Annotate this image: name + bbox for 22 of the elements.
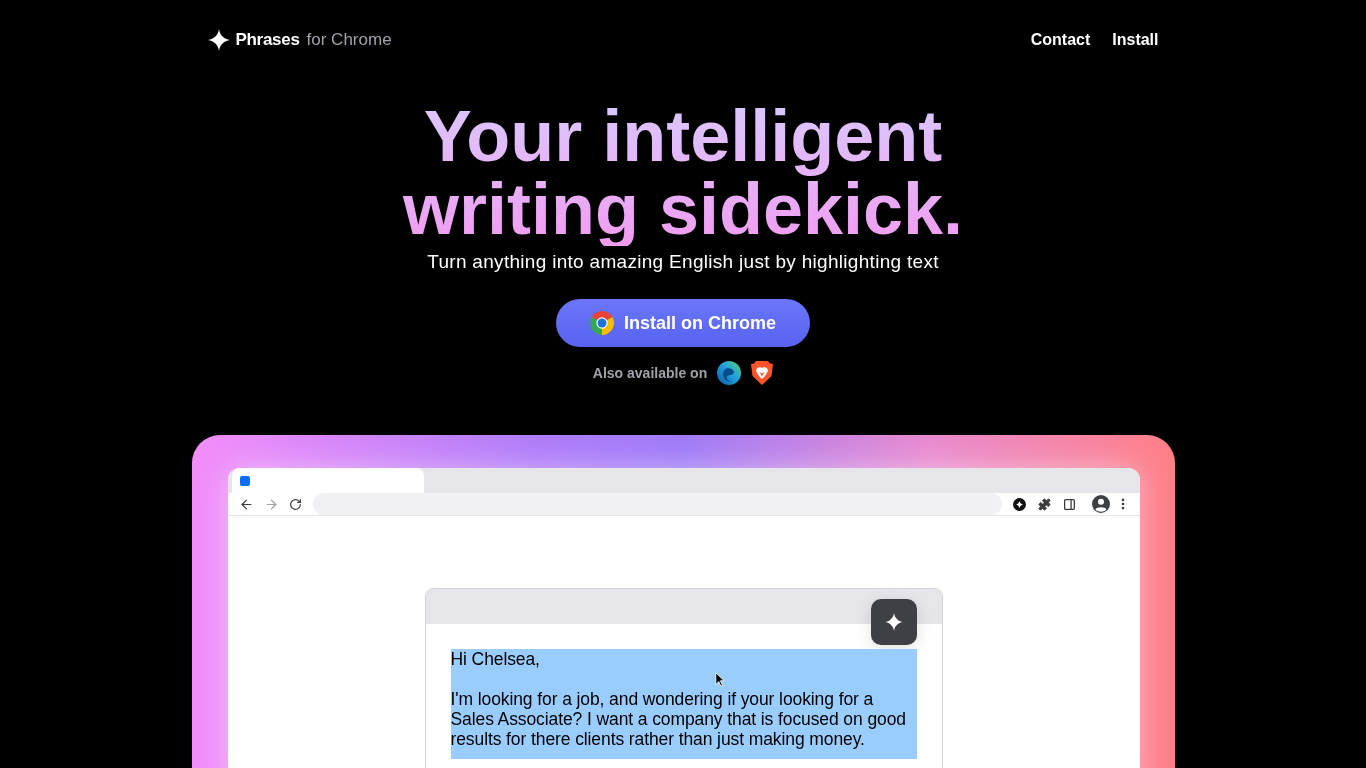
- side-panel-icon[interactable]: [1062, 497, 1076, 511]
- install-button[interactable]: Install on Chrome: [556, 299, 810, 347]
- square-favicon-icon: [239, 475, 250, 486]
- profile-avatar-icon[interactable]: [1091, 495, 1110, 513]
- sparkle-circle-icon[interactable]: [1012, 497, 1026, 511]
- also-available-label: Also available on: [592, 363, 708, 383]
- mouse-cursor-icon: [714, 672, 725, 687]
- nav-link[interactable]: Install: [1112, 28, 1159, 52]
- sparkle-icon: [884, 613, 903, 631]
- message-text: I'm looking for a job, and wondering if your looking for a Sales Associate? I want a company that is focused on good results for there clients rather than just making money.: [450, 689, 907, 749]
- puzzle-icon[interactable]: [1037, 497, 1051, 511]
- reload-icon[interactable]: [289, 497, 303, 511]
- sparkle-button[interactable]: [870, 599, 917, 645]
- message-text: Hi Chelsea,: [450, 649, 541, 669]
- swirl-logo-icon[interactable]: [717, 361, 742, 385]
- hero-subtitle: Turn anything into amazing English just by highlighting text: [427, 250, 939, 274]
- chrome-logo-icon: [590, 311, 614, 335]
- brand-name: Phrases: [235, 29, 300, 52]
- brand-suffix: for Chrome: [306, 29, 392, 52]
- shield-logo-icon[interactable]: [751, 361, 774, 385]
- sparkle-logo-icon: [207, 29, 230, 51]
- nav-link[interactable]: Contact: [1030, 28, 1091, 52]
